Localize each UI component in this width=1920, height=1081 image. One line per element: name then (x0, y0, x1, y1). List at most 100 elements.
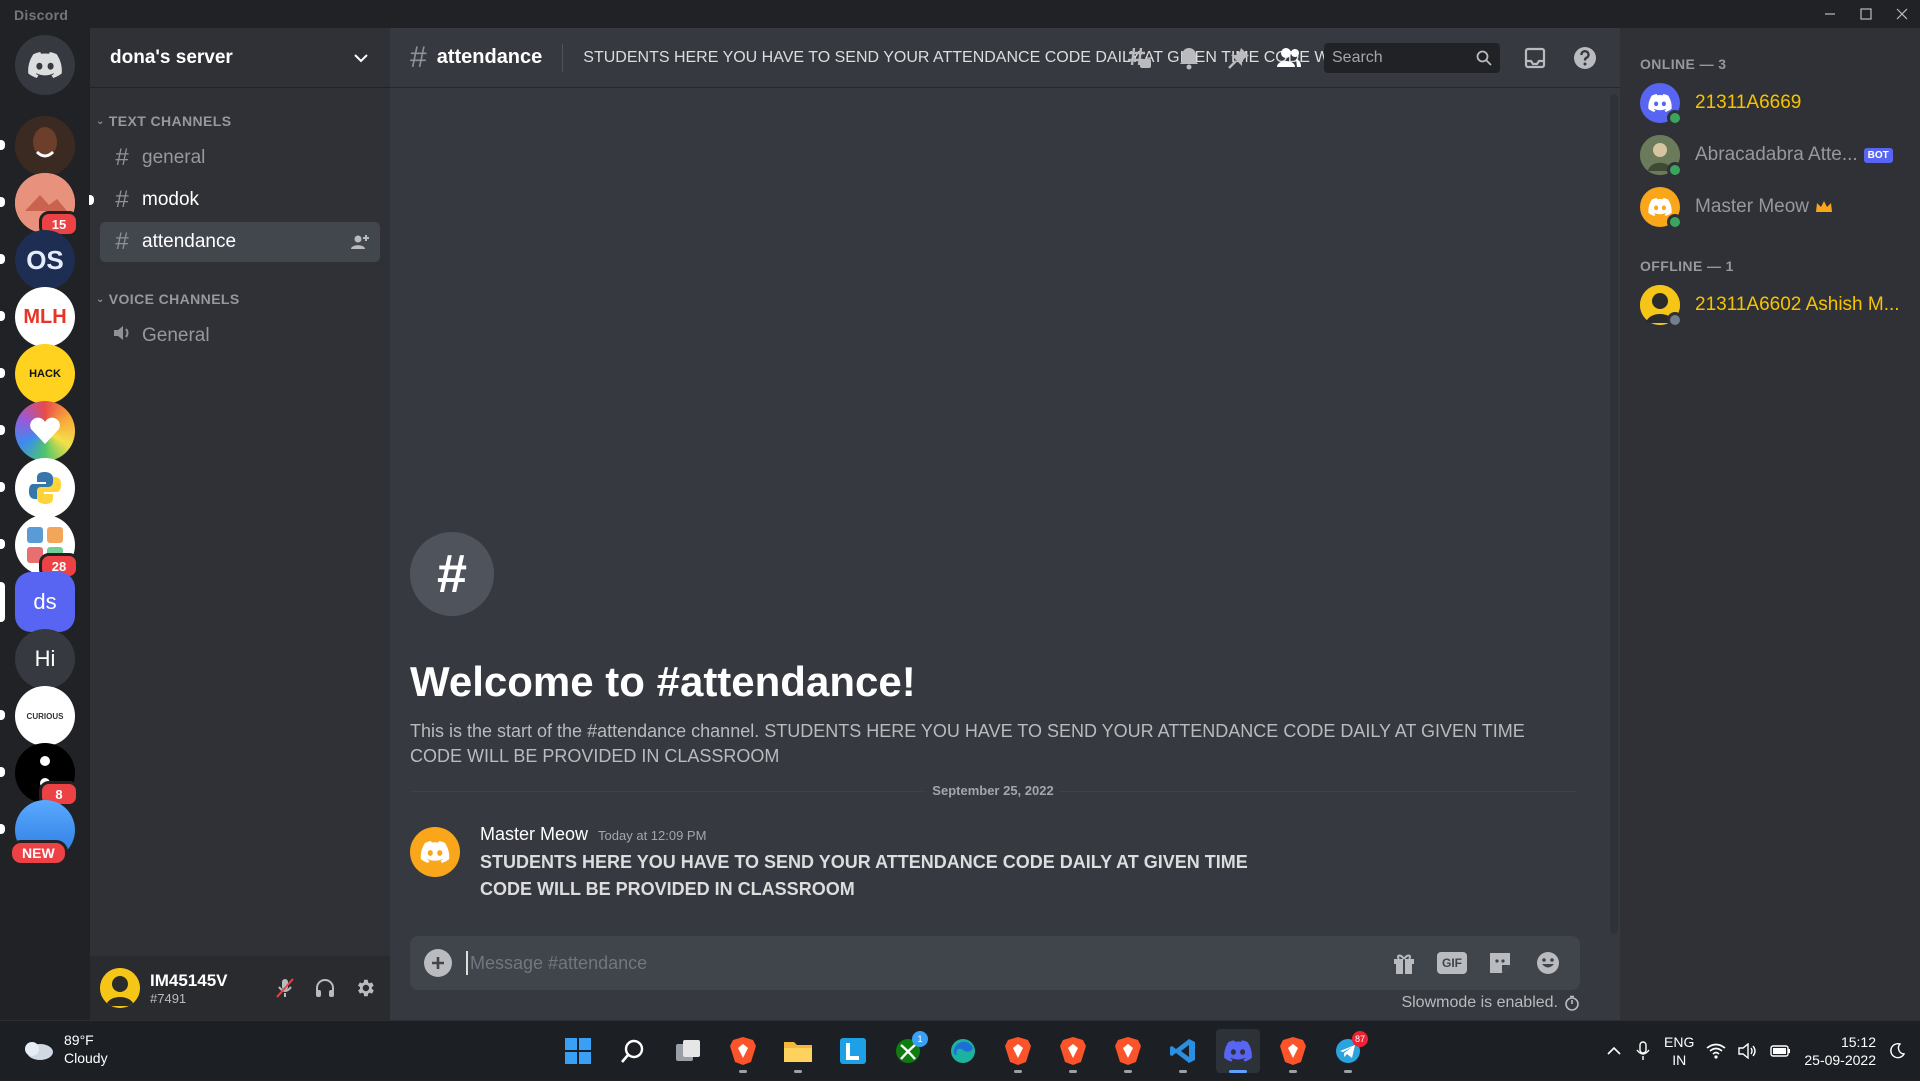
close-button[interactable] (1884, 0, 1920, 28)
server-icon[interactable]: 8 (0, 743, 79, 807)
help-icon (1574, 47, 1596, 69)
server-icon[interactable] (0, 401, 75, 461)
unread-indicator (89, 195, 94, 205)
upload-button[interactable] (424, 949, 452, 977)
server-header[interactable]: dona's server (90, 28, 390, 88)
server-icon-selected[interactable]: ds (0, 572, 75, 632)
deafen-button[interactable] (310, 973, 340, 1003)
channel-modok[interactable]: # modok (89, 180, 380, 220)
user-info[interactable]: IM45145V #7491 (150, 971, 270, 1006)
task-view-button[interactable] (666, 1029, 710, 1073)
microphone-icon[interactable] (1634, 1041, 1652, 1061)
server-icon[interactable]: 28 (0, 515, 79, 579)
language-code: ENG (1664, 1034, 1695, 1050)
taskbar-brave-profile[interactable] (1271, 1029, 1315, 1073)
clock[interactable]: 15:12 25-09-2022 (1804, 1033, 1876, 1069)
message-input[interactable] (466, 951, 1386, 975)
channel-welcome-hash-icon: # (410, 532, 494, 616)
threads-icon (1128, 47, 1151, 68)
taskbar-brave-profile[interactable] (996, 1029, 1040, 1073)
weather-widget[interactable]: 89°F Cloudy (20, 1031, 108, 1067)
gif-button[interactable]: GIF (1434, 945, 1470, 981)
member-item[interactable]: 21311A6602 Ashish M... (1630, 280, 1910, 330)
member-name: 21311A6669 (1695, 92, 1802, 113)
gift-icon (1394, 954, 1414, 974)
server-icon[interactable]: HACK (0, 344, 75, 404)
minimize-button[interactable] (1812, 0, 1848, 28)
new-badge: NEW (9, 840, 68, 866)
online-header: ONLINE — 3 (1640, 56, 1727, 72)
server-initials: MLH (23, 305, 67, 328)
category-voice-channels[interactable]: ⌄ VOICE CHANNELS (90, 284, 390, 314)
server-icon[interactable] (0, 116, 75, 176)
unread-indicator (0, 824, 5, 834)
member-item[interactable]: Abracadabra Atte... BOT (1630, 130, 1910, 180)
taskbar-file-explorer[interactable] (776, 1029, 820, 1073)
scrollbar[interactable] (1610, 94, 1618, 934)
member-item[interactable]: Master Meow (1630, 182, 1910, 232)
user-settings-button[interactable] (350, 973, 380, 1003)
member-avatar (1640, 83, 1683, 126)
search-input[interactable]: Search (1324, 43, 1500, 73)
help-button[interactable] (1560, 38, 1610, 78)
notifications-button[interactable] (1164, 38, 1214, 78)
message: Master Meow Today at 12:09 PM STUDENTS H… (410, 824, 1560, 903)
brave-icon (1005, 1037, 1031, 1065)
server-icon[interactable]: NEW (0, 800, 75, 866)
voice-channel-general[interactable]: General (100, 316, 380, 356)
weather-desc: Cloudy (64, 1050, 108, 1066)
battery-icon[interactable] (1770, 1043, 1792, 1059)
emoji-icon (1537, 952, 1559, 974)
input-language[interactable]: ENG IN (1664, 1033, 1694, 1069)
channel-attendance[interactable]: # attendance (100, 222, 380, 262)
brave-icon (1060, 1037, 1086, 1065)
volume-icon[interactable] (1738, 1043, 1758, 1059)
taskbar-brave-profile[interactable] (1051, 1029, 1095, 1073)
taskbar-vscode[interactable] (1161, 1029, 1205, 1073)
unread-indicator (0, 140, 5, 150)
server-icon[interactable]: 15 (0, 173, 79, 237)
server-icon[interactable]: MLH (0, 287, 75, 347)
member-item[interactable]: 21311A6669 (1630, 78, 1910, 128)
unread-indicator (0, 482, 5, 492)
chevron-up-icon[interactable] (1606, 1043, 1622, 1059)
server-icon[interactable]: CURIOUS (0, 686, 75, 746)
taskbar-search-button[interactable] (611, 1029, 655, 1073)
taskbar-brave-profile[interactable] (1106, 1029, 1150, 1073)
sticker-button[interactable] (1482, 945, 1518, 981)
emoji-button[interactable] (1530, 945, 1566, 981)
message-avatar[interactable] (410, 827, 460, 877)
server-icon[interactable] (0, 458, 75, 518)
server-icon[interactable]: Hi (15, 629, 75, 689)
category-text-channels[interactable]: ⌄ TEXT CHANNELS (90, 106, 390, 136)
channel-general[interactable]: # general (100, 138, 380, 178)
message-author[interactable]: Master Meow (480, 824, 588, 845)
timer-icon (1565, 995, 1579, 1011)
online-status-icon (1667, 110, 1683, 126)
inbox-button[interactable] (1510, 38, 1560, 78)
plus-icon (432, 957, 444, 969)
home-button[interactable] (15, 35, 75, 95)
running-indicator (739, 1070, 747, 1073)
wifi-icon[interactable] (1706, 1043, 1726, 1059)
taskbar-telegram[interactable]: 87 (1326, 1029, 1370, 1073)
pinned-messages-button[interactable] (1214, 38, 1264, 78)
create-invite-button[interactable] (350, 232, 370, 258)
start-button[interactable] (556, 1029, 600, 1073)
moon-icon[interactable] (1888, 1042, 1906, 1060)
taskbar-xbox[interactable]: 1 (886, 1029, 930, 1073)
user-avatar[interactable] (100, 968, 140, 1008)
selected-indicator (0, 582, 5, 622)
taskbar-l-app[interactable] (831, 1029, 875, 1073)
taskbar-brave[interactable] (721, 1029, 765, 1073)
taskbar-discord[interactable] (1216, 1029, 1260, 1073)
server-icon[interactable]: OS (0, 230, 75, 290)
maximize-button[interactable] (1848, 0, 1884, 28)
gift-button[interactable] (1386, 945, 1422, 981)
member-list-button[interactable] (1264, 38, 1314, 78)
taskbar-edge[interactable] (941, 1029, 985, 1073)
mute-button[interactable] (270, 973, 300, 1003)
window-controls (1812, 0, 1920, 28)
speaker-icon (112, 322, 132, 350)
threads-button[interactable] (1114, 38, 1164, 78)
